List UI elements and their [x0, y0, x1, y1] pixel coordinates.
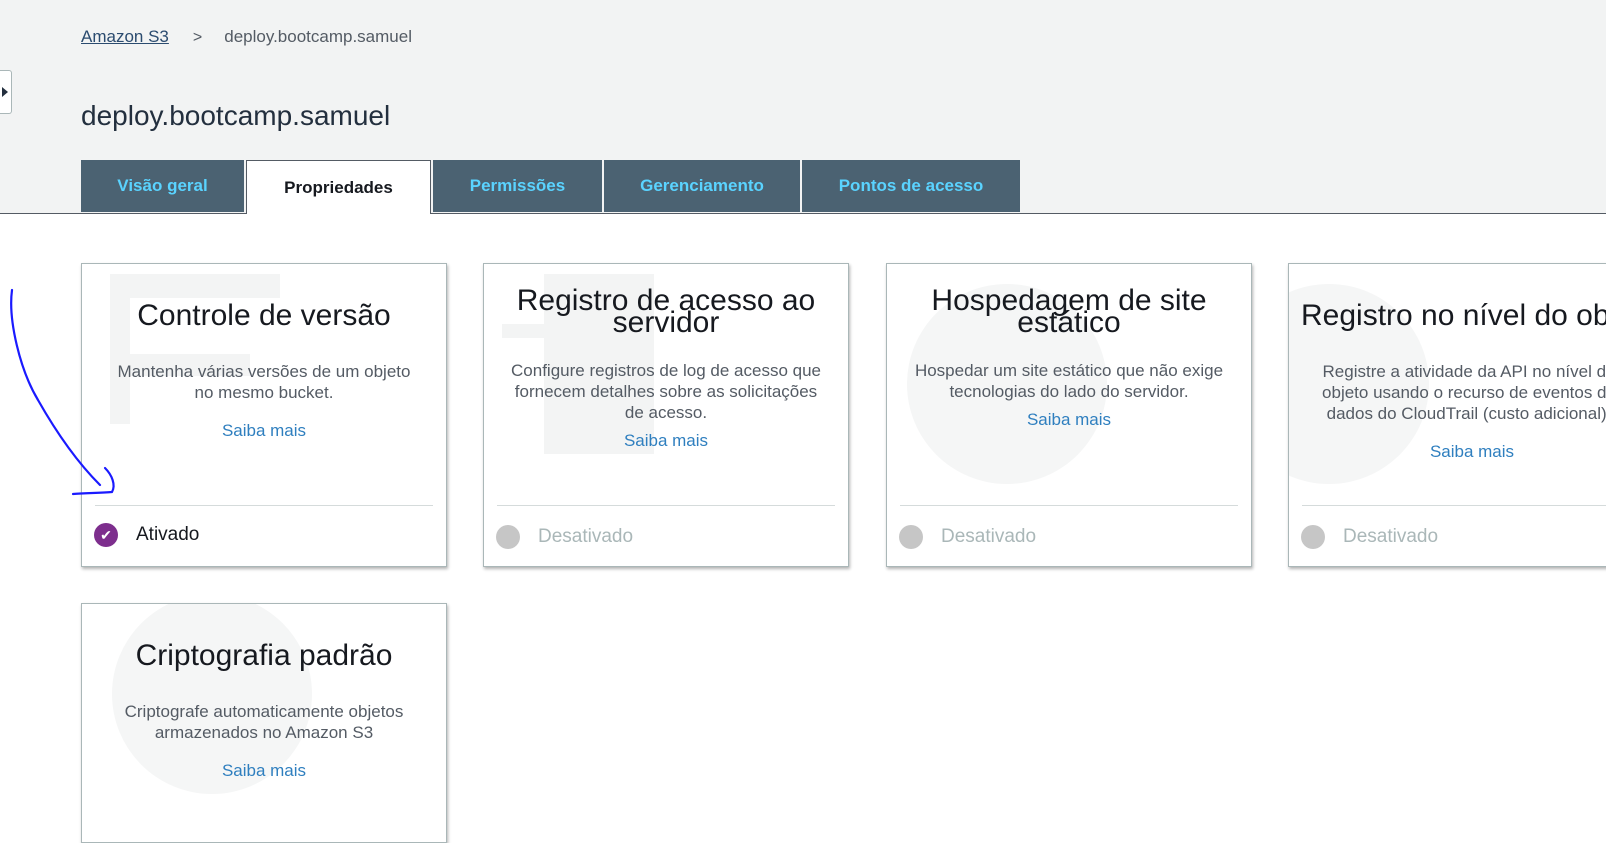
card-registro-nivel-objeto[interactable]: Registro no nível do objeto Registre a a… — [1288, 263, 1606, 567]
card-controle-de-versao[interactable]: Controle de versão Mantenha várias versõ… — [81, 263, 447, 567]
circle-icon — [1301, 525, 1325, 549]
card-title: Hospedagem de site estático — [931, 284, 1207, 339]
learn-more-link[interactable]: Saiba mais — [82, 761, 446, 781]
tab-gerenciamento[interactable]: Gerenciamento — [604, 160, 800, 212]
card-registro-de-acesso[interactable]: Registro de acesso ao servidor Configure… — [483, 263, 849, 567]
card-divider — [1302, 505, 1606, 506]
sidebar-expand-icon[interactable] — [0, 70, 12, 114]
breadcrumb-amazon-s3-link[interactable]: Amazon S3 — [81, 27, 169, 46]
page-title: deploy.bootcamp.samuel — [81, 100, 391, 131]
status-indicator: Desativado — [1301, 522, 1438, 552]
tab-permissoes[interactable]: Permissões — [433, 160, 602, 212]
card-divider — [497, 505, 835, 506]
card-title: Criptografia padrão — [135, 639, 393, 672]
breadcrumb-current: deploy.bootcamp.samuel — [224, 27, 412, 46]
status-label: Desativado — [1343, 526, 1439, 547]
card-description: Registre a atividade da API no nível do … — [1322, 362, 1606, 423]
learn-more-link[interactable]: Saiba mais — [1289, 442, 1606, 462]
breadcrumb-separator-icon: > — [192, 29, 203, 46]
learn-more-link[interactable]: Saiba mais — [82, 421, 446, 441]
card-divider — [95, 505, 433, 506]
check-circle-icon: ✔ — [94, 523, 118, 547]
hand-drawn-arrow-icon — [10, 288, 115, 496]
tab-visao-geral[interactable]: Visão geral — [81, 160, 244, 212]
status-label: Desativado — [941, 526, 1037, 547]
card-divider — [900, 505, 1238, 506]
status-indicator: ✔ Ativado — [94, 520, 199, 550]
status-indicator: Desativado — [899, 522, 1036, 552]
card-title: Registro de acesso ao servidor — [516, 284, 816, 339]
card-description: Hospedar um site estático que não exige … — [914, 361, 1224, 401]
tab-bar: Visão geral Propriedades Permissões Gere… — [81, 160, 1022, 214]
card-description: Criptografe automaticamente objetos arma… — [124, 702, 404, 742]
status-label: Ativado — [136, 524, 200, 545]
card-criptografia-padrao[interactable]: Criptografia padrão Criptografe automati… — [81, 603, 447, 843]
circle-icon — [899, 525, 923, 549]
learn-more-link[interactable]: Saiba mais — [887, 410, 1251, 430]
card-title: Controle de versão — [137, 299, 391, 332]
breadcrumb: Amazon S3 > deploy.bootcamp.samuel — [81, 27, 412, 47]
card-watermark — [110, 274, 280, 298]
card-description: Configure registros de log de acesso que… — [511, 361, 821, 422]
card-title: Registro no nível do objeto — [1301, 299, 1606, 332]
tab-propriedades[interactable]: Propriedades — [246, 160, 431, 214]
status-indicator: Desativado — [496, 522, 633, 552]
card-hospedagem-site[interactable]: Hospedagem de site estático Hospedar um … — [886, 263, 1252, 567]
tab-pontos-de-acesso[interactable]: Pontos de acesso — [802, 160, 1020, 212]
status-label: Desativado — [538, 526, 634, 547]
card-description: Mantenha várias versões de um objeto no … — [117, 362, 411, 402]
learn-more-link[interactable]: Saiba mais — [484, 431, 848, 451]
circle-icon — [496, 525, 520, 549]
